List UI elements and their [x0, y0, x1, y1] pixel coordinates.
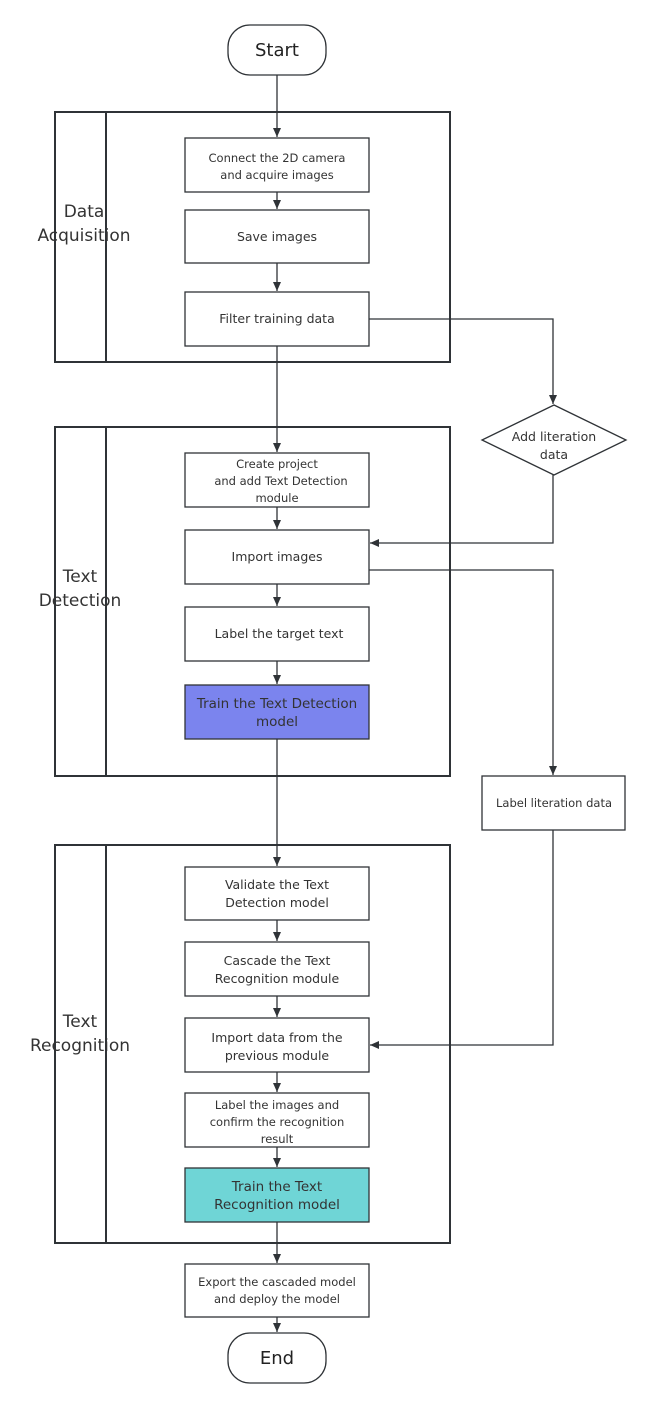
lane-label: Text Detection — [39, 567, 122, 611]
lane-label: Text Recognition — [30, 1012, 130, 1056]
step-validate-detection: Validate the Text Detection model — [184, 866, 370, 921]
svg-text:Label literation data: Label literation data — [496, 796, 612, 810]
step-import-images: Import images — [184, 529, 370, 585]
end-terminal: End — [227, 1332, 327, 1384]
lane-label: Data Acquisition — [37, 202, 130, 246]
step-label-target: Label the target text — [184, 606, 370, 662]
step-import-previous: Import data from the previous module — [184, 1017, 370, 1073]
step-cascade-recognition: Cascade the Text Recognition module — [184, 941, 370, 997]
step-export-deploy: Export the cascaded model and deploy the … — [184, 1263, 370, 1318]
svg-text:Filter training data: Filter training data — [219, 311, 335, 326]
step-label-confirm: Label the images and confirm the recognit… — [184, 1092, 370, 1148]
step-connect-camera: Connect the 2D camera and acquire images — [184, 137, 370, 193]
svg-text:Start: Start — [255, 40, 299, 61]
step-create-project: Create project and add Text Detection modu… — [184, 452, 370, 508]
step-train-detection: Train the Text Detection model — [184, 684, 370, 740]
decision-add-literation: Add literation data — [480, 404, 628, 476]
svg-text:Import images: Import images — [232, 549, 323, 564]
step-train-recognition: Train the Text Recognition model — [184, 1167, 370, 1223]
step-label-literation: Label literation data — [481, 775, 626, 831]
svg-text:End: End — [260, 1348, 294, 1369]
svg-text:Save images: Save images — [237, 229, 317, 244]
step-save-images: Save images — [184, 209, 370, 264]
flowchart: Data Acquisition Text Detection Text Recogn… — [30, 24, 628, 1384]
start-terminal: Start — [227, 24, 327, 76]
step-filter-data: Filter training data — [184, 291, 370, 347]
svg-text:Label the target text: Label the target text — [215, 626, 344, 641]
